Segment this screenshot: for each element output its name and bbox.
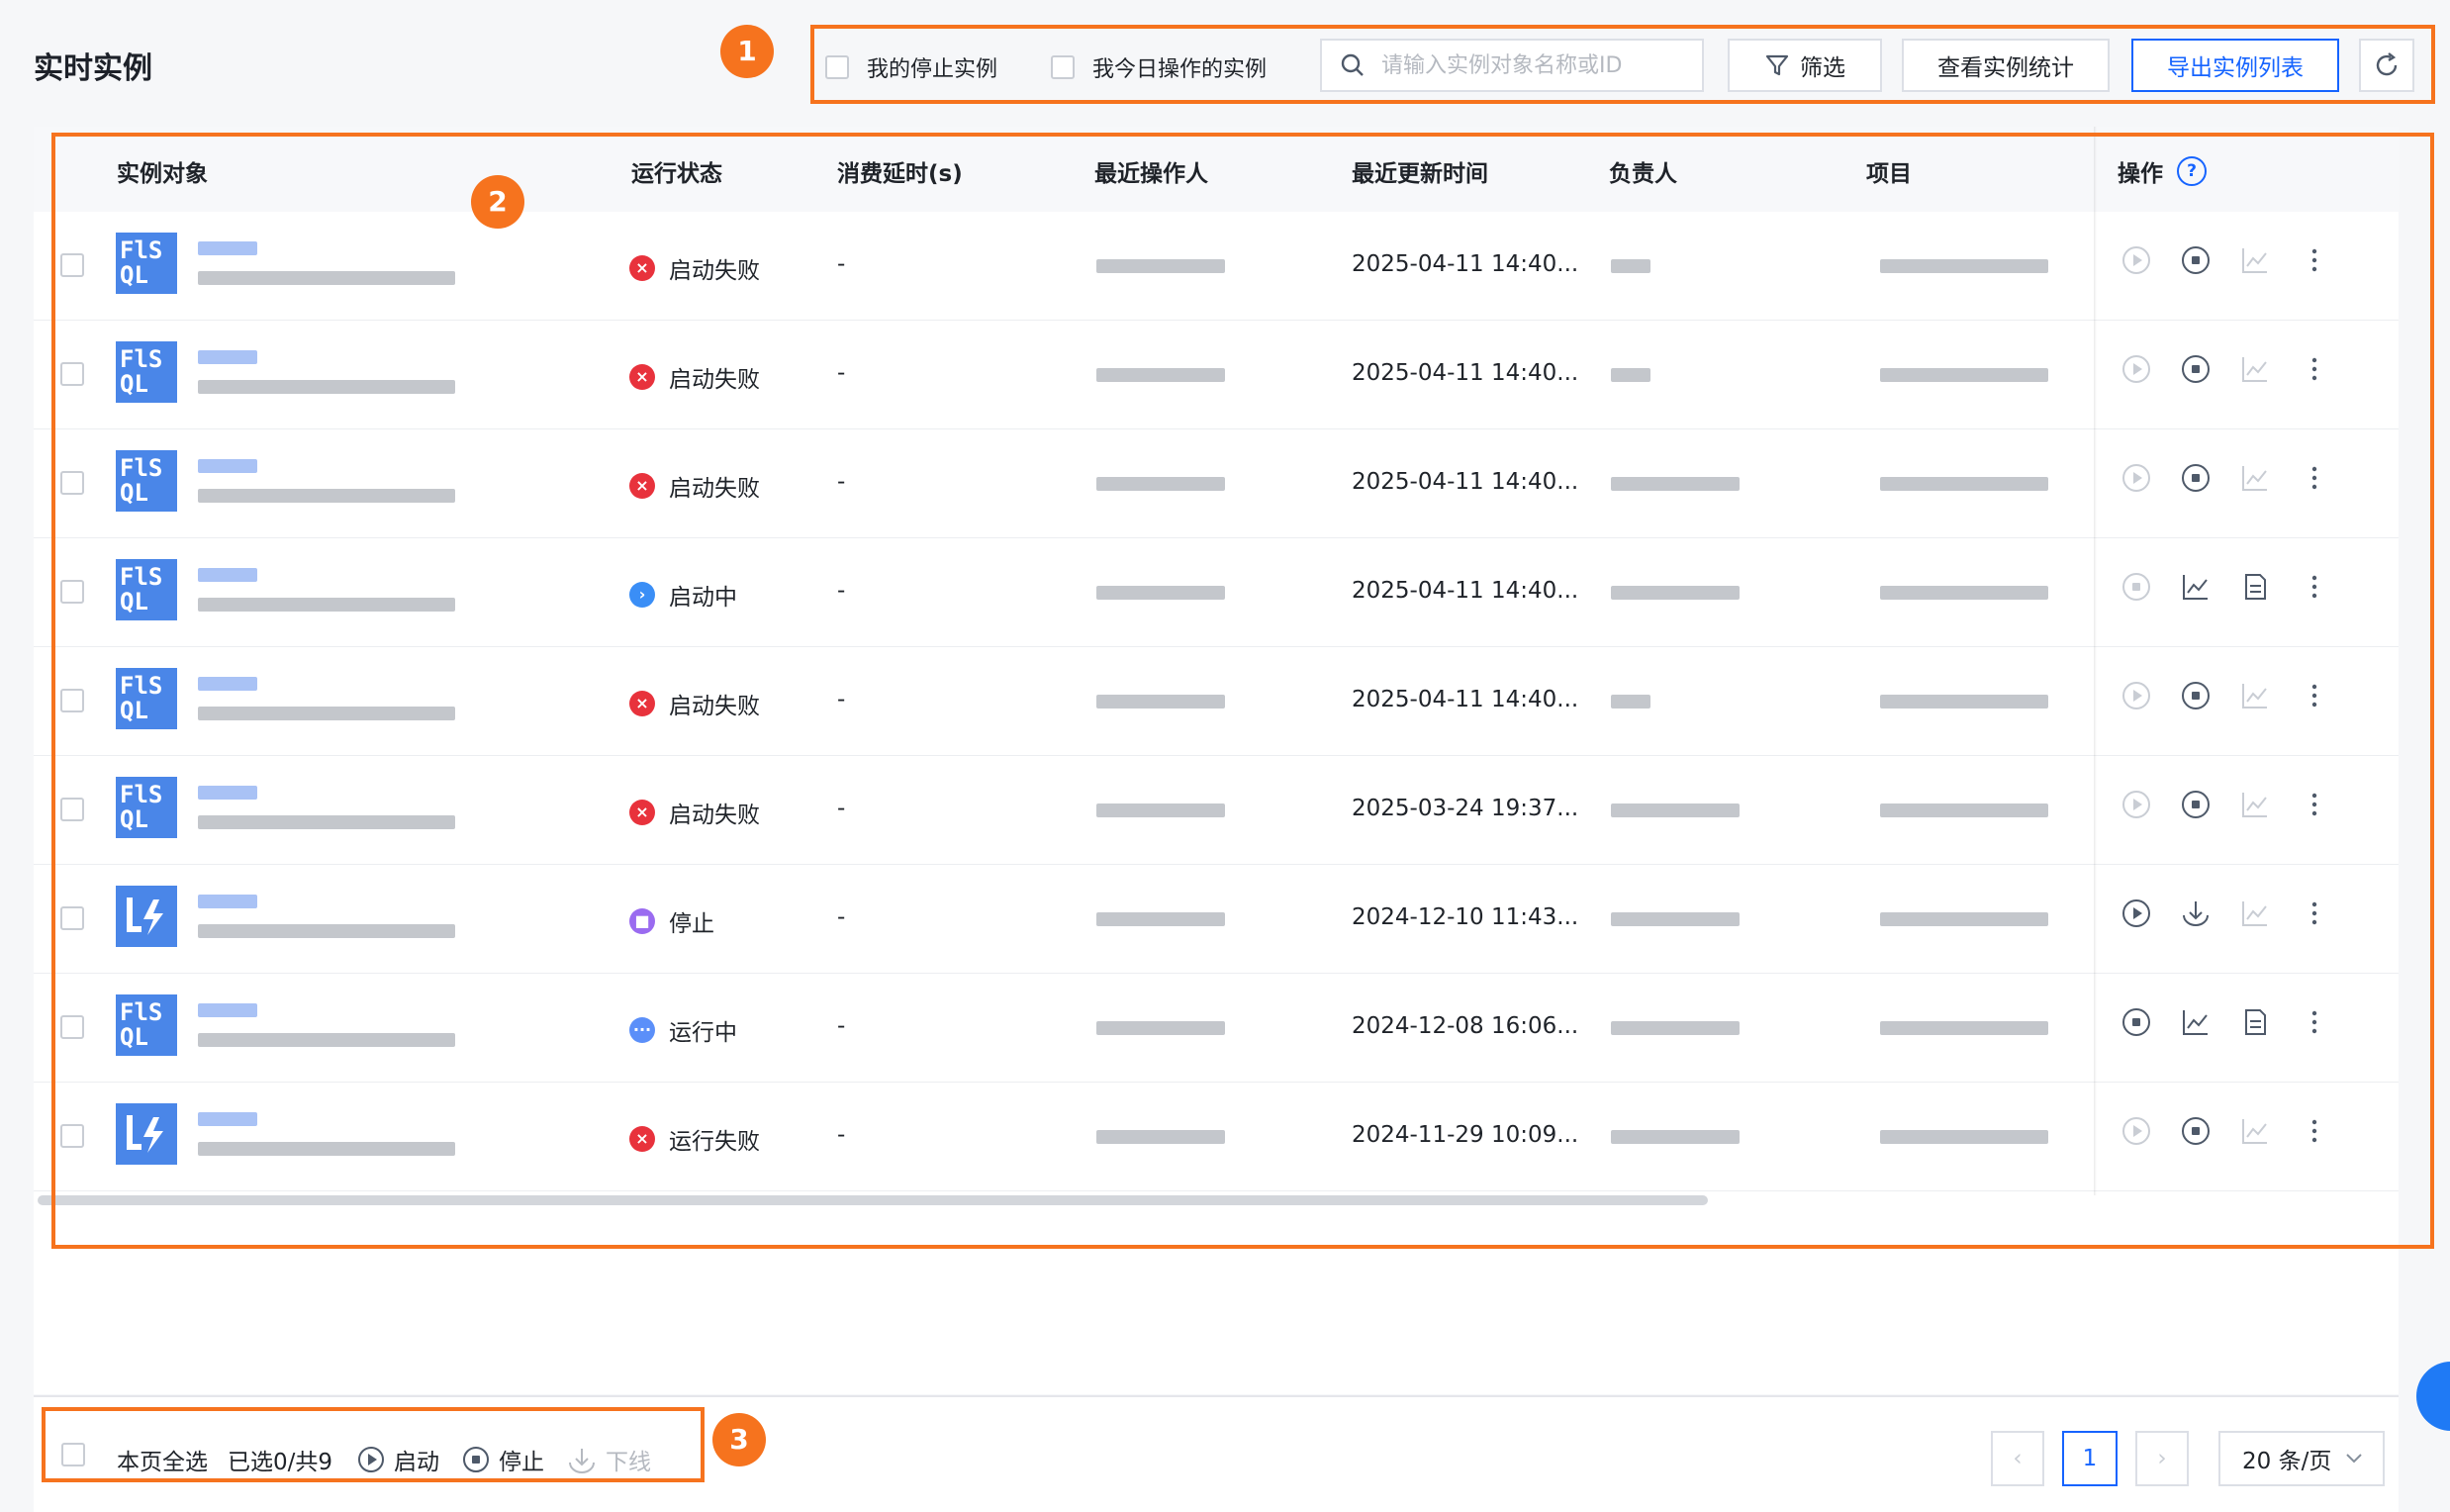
checkbox[interactable] [1051,55,1075,79]
page-1-button[interactable]: 1 [2062,1431,2118,1486]
assistant-fab[interactable] [2416,1362,2450,1431]
my-stopped-checkbox[interactable]: 我的停止实例 [825,51,997,83]
refresh-icon [2372,50,2402,80]
chevron-down-icon [2345,1453,2363,1465]
marker-1: 1 [720,25,774,78]
page-size-value: 20 条/页 [2242,1449,2332,1474]
prev-page-button[interactable]: ‹ [1991,1431,2044,1486]
page-size-select[interactable]: 20 条/页 [2218,1431,2385,1486]
checkbox[interactable] [825,55,849,79]
export-list-button[interactable]: 导出实例列表 [2131,39,2339,92]
today-operated-checkbox[interactable]: 我今日操作的实例 [1051,51,1267,83]
marker-3: 3 [712,1413,766,1466]
search-input[interactable] [1379,51,1680,79]
table-highlight [51,133,2434,1249]
filter-button[interactable]: 筛选 [1728,39,1882,92]
filter-label: 筛选 [1800,55,1845,81]
view-stats-button[interactable]: 查看实例统计 [1902,39,2110,92]
page-title: 实时实例 [34,51,152,86]
batch-actions-highlight [42,1407,705,1482]
my-stopped-label: 我的停止实例 [867,57,998,82]
next-page-button[interactable]: › [2135,1431,2189,1486]
search-icon [1340,52,1366,78]
filter-icon [1764,52,1790,78]
search-box[interactable] [1320,39,1704,92]
refresh-button[interactable] [2359,39,2414,92]
marker-2: 2 [471,175,524,229]
toolbar: 我的停止实例 我今日操作的实例 筛选 查看实例统计 导出实例列表 [813,28,2432,101]
today-operated-label: 我今日操作的实例 [1092,57,1268,82]
